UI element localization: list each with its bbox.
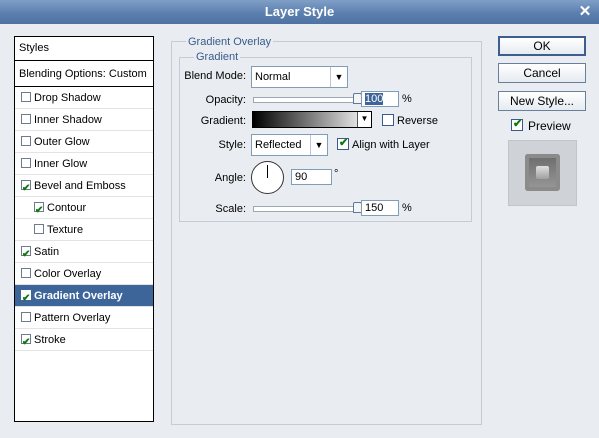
preview-thumbnail <box>525 154 560 191</box>
style-item-inner-glow[interactable]: Inner Glow <box>15 153 153 175</box>
layer-style-dialog: Layer Style ✕ Styles Blending Options: C… <box>0 0 599 438</box>
preview-checkbox[interactable] <box>511 117 523 131</box>
angle-unit: ° <box>334 168 339 180</box>
style-item-pattern-overlay[interactable]: Pattern Overlay <box>15 307 153 329</box>
new-style-button[interactable]: New Style... <box>498 91 586 111</box>
style-preview <box>508 140 577 206</box>
style-item-satin[interactable]: Satin <box>15 241 153 266</box>
style-item-bevel-emboss[interactable]: Bevel and Emboss <box>15 175 153 200</box>
style-item-label: Color Overlay <box>34 268 102 280</box>
style-item-label: Contour <box>47 202 87 214</box>
blend-mode-select[interactable]: Normal ▼ <box>251 66 348 88</box>
reverse-label: Reverse <box>397 115 438 127</box>
angle-dial[interactable] <box>251 161 284 194</box>
style-item-drop-shadow[interactable]: Drop Shadow <box>15 87 153 109</box>
checkbox[interactable] <box>21 92 31 102</box>
style-item-label: Pattern Overlay <box>34 312 111 324</box>
gradient-picker[interactable]: ▼ <box>252 111 372 128</box>
opacity-unit: % <box>402 93 412 105</box>
style-item-label: Gradient Overlay <box>34 290 123 302</box>
style-item-label: Drop Shadow <box>34 92 101 104</box>
opacity-input[interactable]: 100 <box>361 91 399 107</box>
scale-input[interactable]: 150 <box>361 200 399 216</box>
chevron-down-icon: ▼ <box>330 67 347 87</box>
style-item-gradient-overlay[interactable]: Gradient Overlay <box>15 285 153 310</box>
style-item-stroke[interactable]: Stroke <box>15 329 153 354</box>
angle-needle <box>267 165 268 178</box>
reverse-checkbox[interactable] <box>382 114 394 126</box>
style-item-outer-glow[interactable]: Outer Glow <box>15 131 153 153</box>
style-select[interactable]: Reflected ▼ <box>251 134 328 156</box>
style-item-contour[interactable]: Contour <box>15 197 153 222</box>
checkbox[interactable] <box>21 268 31 278</box>
blend-mode-label: Blend Mode: <box>184 70 246 82</box>
style-item-label: Inner Glow <box>34 158 88 170</box>
chevron-down-icon: ▼ <box>310 135 327 155</box>
checkbox[interactable] <box>21 158 31 168</box>
blending-options[interactable]: Blending Options: Custom <box>15 61 153 87</box>
subsection-title: Gradient <box>194 51 241 63</box>
checkbox[interactable] <box>21 114 31 124</box>
checkbox[interactable] <box>21 244 31 266</box>
style-item-label: Texture <box>47 224 84 236</box>
checkbox[interactable] <box>21 178 31 200</box>
opacity-slider[interactable] <box>253 97 359 103</box>
style-label: Style: <box>218 139 246 151</box>
gradient-label: Gradient: <box>200 115 246 127</box>
align-with-layer-label: Align with Layer <box>352 139 430 151</box>
style-item-label: Satin <box>34 246 60 258</box>
style-item-label: Bevel and Emboss <box>34 180 126 192</box>
window-title: Layer Style <box>264 4 335 19</box>
style-item-inner-shadow[interactable]: Inner Shadow <box>15 109 153 131</box>
cancel-button[interactable]: Cancel <box>498 63 586 83</box>
style-item-label: Inner Shadow <box>34 114 102 126</box>
checkbox[interactable] <box>21 332 31 354</box>
title-bar: Layer Style ✕ <box>0 0 599 24</box>
preview-label: Preview <box>528 119 571 133</box>
checkbox[interactable] <box>21 312 31 322</box>
close-icon[interactable]: ✕ <box>577 0 593 24</box>
styles-header[interactable]: Styles <box>15 37 153 61</box>
blend-mode-value: Normal <box>255 71 291 83</box>
angle-label: Angle: <box>214 172 246 184</box>
scale-label: Scale: <box>215 203 246 215</box>
style-item-label: Stroke <box>34 334 66 346</box>
scale-unit: % <box>402 202 412 214</box>
style-item-texture[interactable]: Texture <box>15 219 153 241</box>
checkbox[interactable] <box>21 288 31 310</box>
scale-slider[interactable] <box>253 206 359 212</box>
style-item-color-overlay[interactable]: Color Overlay <box>15 263 153 285</box>
align-with-layer-checkbox[interactable] <box>337 136 349 150</box>
checkbox[interactable] <box>34 224 44 234</box>
style-value: Reflected <box>255 139 302 151</box>
checkbox[interactable] <box>21 136 31 146</box>
opacity-label: Opacity: <box>205 94 246 106</box>
checkbox[interactable] <box>34 200 44 222</box>
angle-input[interactable]: 90 <box>291 169 332 185</box>
chevron-down-icon[interactable]: ▼ <box>357 112 371 127</box>
styles-list: Styles Blending Options: Custom Drop Sha… <box>14 36 154 422</box>
ok-button[interactable]: OK <box>498 36 586 56</box>
section-title: Gradient Overlay <box>186 36 274 48</box>
style-item-label: Outer Glow <box>34 136 90 148</box>
